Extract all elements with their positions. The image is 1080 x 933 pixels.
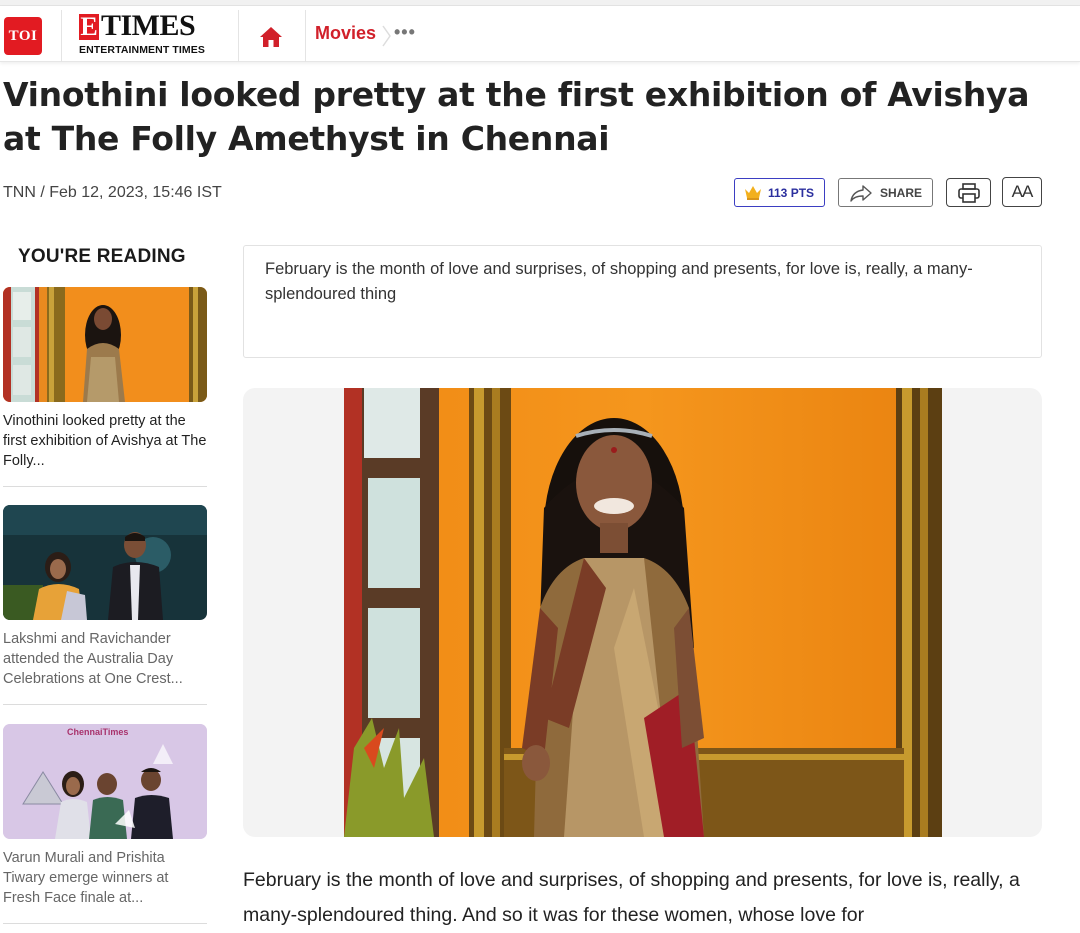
- thumbnail-logo-text: ChennaiTimes: [67, 727, 128, 737]
- home-icon[interactable]: [259, 26, 283, 48]
- toi-logo[interactable]: TOI: [4, 17, 42, 55]
- story-thumbnail[interactable]: [3, 505, 207, 620]
- story-thumbnail[interactable]: ChennaiTimes: [3, 724, 207, 839]
- crown-icon: [745, 186, 761, 200]
- header-divider: [238, 10, 239, 62]
- site-header: TOI E TIMES ENTERTAINMENT TIMES Movies •…: [0, 6, 1080, 62]
- article-summary-box: February is the month of love and surpri…: [243, 245, 1042, 358]
- article-main-photo[interactable]: [344, 388, 942, 837]
- etimes-logo-subtitle: ENTERTAINMENT TIMES: [79, 44, 205, 56]
- article-image-frame: [243, 388, 1042, 837]
- chevron-right-icon: [382, 25, 391, 47]
- print-button[interactable]: [946, 178, 991, 207]
- article-summary: February is the month of love and surpri…: [265, 260, 973, 303]
- article-body: February is the month of love and surpri…: [243, 869, 1020, 926]
- font-size-button[interactable]: AA: [1002, 177, 1042, 207]
- story-title[interactable]: Varun Murali and Prishita Tiwary emerge …: [3, 848, 207, 908]
- youre-reading-heading: YOU'RE READING: [18, 246, 186, 267]
- story-thumbnail[interactable]: [3, 287, 207, 402]
- points-badge[interactable]: 113 PTS: [734, 178, 825, 207]
- printer-icon: [958, 183, 980, 203]
- points-label: 113 PTS: [768, 186, 815, 200]
- nav-more-button[interactable]: •••: [394, 22, 416, 43]
- header-divider: [61, 10, 62, 62]
- etimes-logo-word: TIMES: [101, 9, 196, 42]
- story-title[interactable]: Lakshmi and Ravichander attended the Aus…: [3, 629, 207, 689]
- etimes-logo-letter: E: [79, 12, 99, 41]
- nav-movies-link[interactable]: Movies: [315, 23, 376, 44]
- etimes-logo[interactable]: E TIMES ENTERTAINMENT TIMES: [79, 9, 209, 58]
- share-button[interactable]: SHARE: [838, 178, 933, 207]
- article-headline: Vinothini looked pretty at the first exh…: [3, 75, 1030, 158]
- sidebar-divider: [3, 704, 207, 705]
- share-label: SHARE: [880, 186, 923, 200]
- header-divider: [305, 10, 306, 62]
- story-title[interactable]: Vinothini looked pretty at the first exh…: [3, 411, 207, 471]
- article-byline: TNN / Feb 12, 2023, 15:46 IST: [3, 184, 222, 201]
- sidebar-divider: [3, 486, 207, 487]
- share-arrow-icon: [850, 185, 872, 202]
- sidebar-divider: [3, 923, 207, 924]
